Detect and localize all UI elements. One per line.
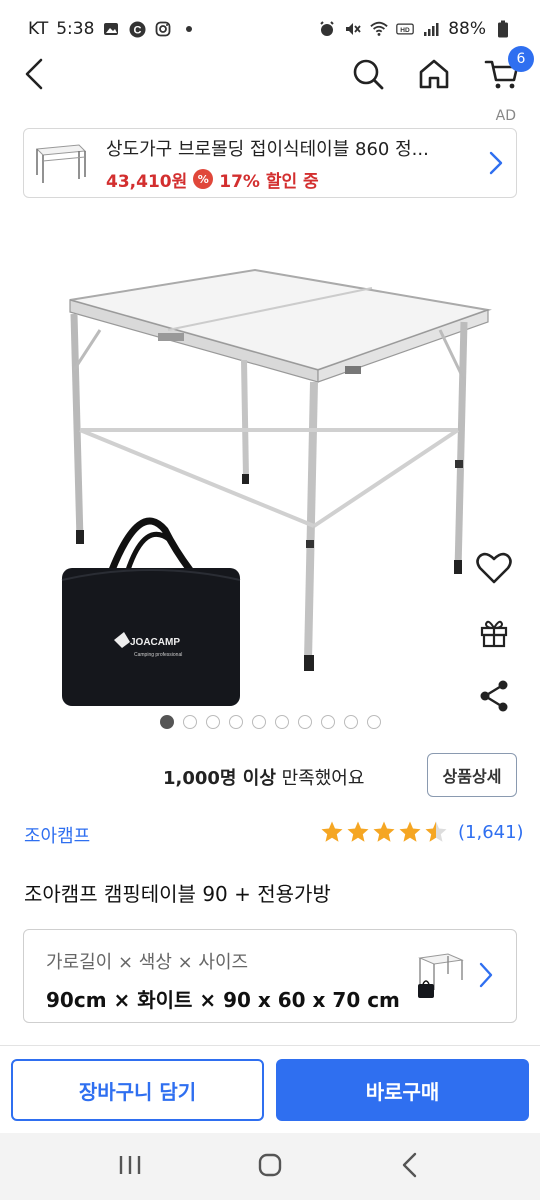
- add-to-cart-button[interactable]: 장바구니 담기: [11, 1059, 264, 1121]
- home-circle-icon: [257, 1152, 283, 1182]
- top-navigation: 6: [0, 44, 540, 108]
- system-back-button[interactable]: [385, 1142, 435, 1192]
- product-image[interactable]: JOACAMP Camping professional: [0, 230, 540, 710]
- c-notification-icon: C: [128, 20, 146, 38]
- brand-logo-sub: Camping professional: [134, 652, 182, 658]
- share-button[interactable]: [474, 678, 514, 718]
- discount-badge-icon: %: [193, 169, 214, 189]
- pager-dot[interactable]: [344, 715, 358, 729]
- alarm-icon: [318, 20, 336, 38]
- pager-dot[interactable]: [160, 715, 174, 729]
- svg-text:HD: HD: [400, 27, 410, 34]
- pager-dot[interactable]: [298, 715, 312, 729]
- mute-icon: [344, 20, 362, 38]
- chevron-left-icon: [23, 57, 45, 95]
- pager-dot[interactable]: [321, 715, 335, 729]
- heart-icon: [476, 552, 512, 588]
- star-half-icon: [425, 821, 447, 842]
- home-system-button[interactable]: [245, 1142, 295, 1192]
- satisfaction-suffix: 만족했어요: [275, 768, 365, 789]
- pager-dot[interactable]: [183, 715, 197, 729]
- pager-dot[interactable]: [367, 715, 381, 729]
- cart-count-badge: 6: [508, 46, 534, 72]
- ad-discount: 17% 할인 중: [219, 171, 319, 192]
- ad-title: 상도가구 브로몰딩 접이식테이블 860 정...: [106, 138, 429, 160]
- search-icon: [351, 57, 385, 95]
- signal-icon: [422, 20, 440, 38]
- recent-apps-button[interactable]: [105, 1142, 155, 1192]
- brand-logo-text: JOACAMP: [130, 637, 180, 648]
- ad-thumbnail: [24, 129, 94, 197]
- more-notifications-dot-icon: [180, 20, 198, 38]
- battery-percent: 88%: [448, 19, 486, 39]
- pager-dot[interactable]: [229, 715, 243, 729]
- share-icon: [478, 679, 510, 717]
- satisfaction-count: 1,000명 이상: [163, 768, 276, 789]
- back-button[interactable]: [14, 56, 54, 96]
- chevron-right-icon: [479, 962, 493, 992]
- wifi-icon: [370, 20, 388, 38]
- home-icon: [417, 57, 451, 95]
- star-filled-icon: [373, 821, 395, 842]
- star-filled-icon: [347, 821, 369, 842]
- option-thumbnail: [414, 950, 466, 1004]
- battery-icon: [494, 20, 512, 38]
- search-button[interactable]: [348, 56, 388, 96]
- pager-dot[interactable]: [275, 715, 289, 729]
- ad-price: 43,410원: [106, 171, 188, 192]
- ad-banner[interactable]: 상도가구 브로몰딩 접이식테이블 860 정... 43,410원 % 17% …: [23, 128, 517, 198]
- option-selector[interactable]: 가로길이 × 색상 × 사이즈 90cm × 화이트 × 90 x 60 x 7…: [23, 929, 517, 1023]
- divider: [0, 1045, 540, 1046]
- product-title: 조아캠프 캠핑테이블 90 + 전용가방: [24, 882, 331, 906]
- star-filled-icon: [321, 821, 343, 842]
- rating[interactable]: (1,641): [320, 820, 524, 844]
- carrier-label: KT: [28, 19, 49, 39]
- recent-apps-icon: [117, 1154, 143, 1180]
- gift-icon: [478, 616, 510, 652]
- clock: 5:38: [56, 19, 95, 39]
- gallery-notification-icon: [102, 20, 120, 38]
- buy-now-button[interactable]: 바로구매: [276, 1059, 529, 1121]
- pager-dot[interactable]: [252, 715, 266, 729]
- product-detail-button[interactable]: 상품상세: [427, 753, 517, 797]
- satisfaction-text: 1,000명 이상 만족했어요: [163, 764, 364, 790]
- gift-button[interactable]: [474, 614, 514, 654]
- system-navigation-bar: [0, 1133, 540, 1200]
- wishlist-button[interactable]: [474, 550, 514, 590]
- option-label: 가로길이 × 색상 × 사이즈: [46, 952, 249, 973]
- image-pager: [160, 715, 381, 729]
- back-arrow-icon: [401, 1152, 419, 1182]
- hd-icon: HD: [396, 20, 414, 38]
- ad-label: AD: [495, 108, 516, 124]
- instagram-notification-icon: [154, 20, 172, 38]
- svg-text:C: C: [133, 24, 141, 36]
- pager-dot[interactable]: [206, 715, 220, 729]
- side-actions: [474, 550, 514, 742]
- cart-button[interactable]: 6: [482, 46, 534, 96]
- option-value: 90cm × 화이트 × 90 x 60 x 70 cm: [46, 988, 400, 1012]
- chevron-right-icon: [476, 151, 516, 175]
- review-count: (1,641): [458, 821, 524, 843]
- star-filled-icon: [399, 821, 421, 842]
- home-button[interactable]: [414, 56, 454, 96]
- brand-link[interactable]: 조아캠프: [24, 822, 90, 848]
